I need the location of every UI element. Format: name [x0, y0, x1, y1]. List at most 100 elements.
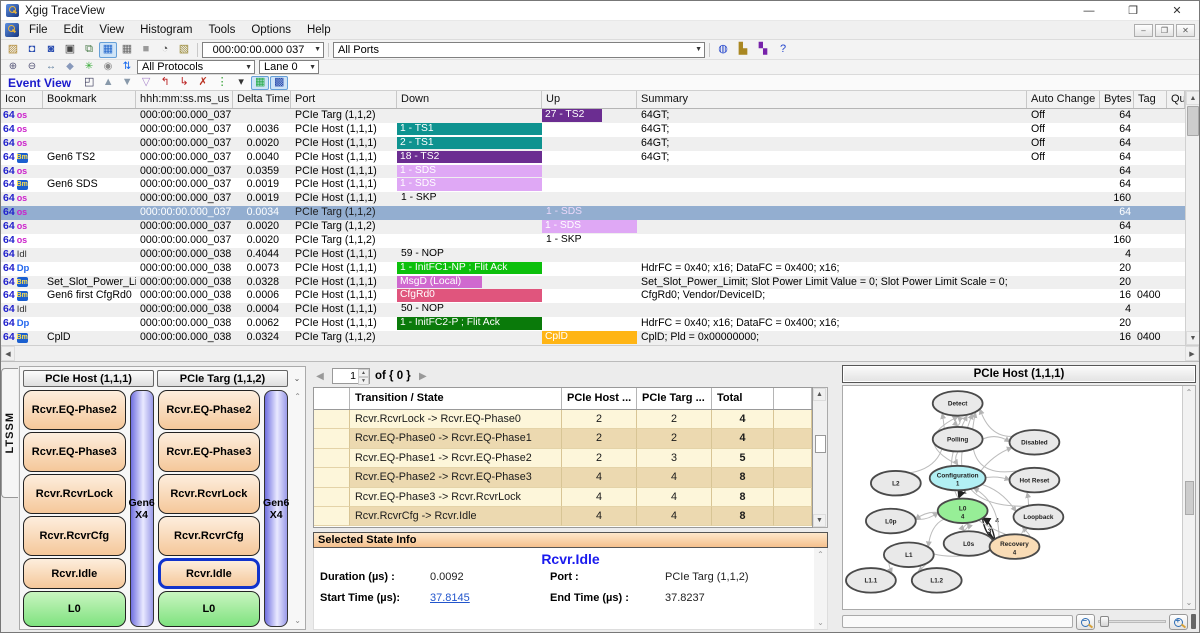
table-row[interactable]: 64os000:00:00.000_0370.0034PCIe Targ (1,… — [1, 206, 1185, 220]
scroll-thumb[interactable] — [1187, 106, 1199, 136]
filter-icon[interactable]: ▽ — [137, 76, 155, 90]
table-row[interactable]: 64BmGen6 TS2000:00:00.000_0370.0040PCIe … — [1, 151, 1185, 165]
table-row[interactable]: 64os000:00:00.000_037PCIe Targ (1,1,2)27… — [1, 109, 1185, 123]
scroll-up-icon[interactable]: ▲ — [1186, 91, 1200, 105]
capture-view-icon[interactable]: ▦ — [99, 42, 117, 58]
scroll-down-icon[interactable]: ▼ — [1186, 331, 1200, 345]
ltssm-node-l11[interactable]: L1.1 — [846, 568, 896, 593]
search-icon[interactable]: ◉ — [99, 61, 117, 74]
ltssm-state-rcvr-eq-phase2[interactable]: Rcvr.EQ-Phase2 — [158, 390, 261, 430]
menu-item-tools[interactable]: Tools — [200, 21, 243, 40]
scroll-up-icon[interactable]: ⌃ — [1186, 388, 1193, 397]
transition-spinner[interactable]: 1 ▲▼ — [332, 368, 370, 384]
mdi-close-button[interactable]: ✕ — [1176, 24, 1195, 37]
selected-state-scrollbar[interactable]: ⌃ ⌄ — [814, 548, 827, 629]
jump-back-icon[interactable]: ↰ — [156, 76, 174, 90]
table-row[interactable]: 64Dp000:00:00.000_0380.0062PCIe Host (1,… — [1, 317, 1185, 331]
nav-prev-icon[interactable]: ◀ — [313, 371, 327, 382]
ltssm-node-l0[interactable]: L04 — [938, 499, 988, 524]
column-header-qu[interactable]: Qu — [1167, 91, 1185, 108]
slider-thumb[interactable] — [1100, 616, 1109, 627]
menu-item-edit[interactable]: Edit — [56, 21, 92, 40]
sync-icon[interactable]: ⇅ — [118, 61, 136, 74]
lane-combo[interactable]: Lane 0 ▼ — [259, 60, 319, 74]
mdi-restore-button[interactable]: ❐ — [1155, 24, 1174, 37]
ltssm-state-rcvr-idle[interactable]: Rcvr.Idle — [23, 558, 126, 589]
nav-next-icon[interactable]: ▶ — [416, 371, 430, 382]
next-event-icon[interactable]: ▼ — [118, 76, 136, 90]
ltssm-state-rcvr-eq-phase3[interactable]: Rcvr.EQ-Phase3 — [158, 432, 261, 472]
table-row[interactable]: 64BmSet_Slot_Power_Limit000:00:00.000_03… — [1, 276, 1185, 290]
table-row[interactable]: 64os000:00:00.000_0370.0020PCIe Targ (1,… — [1, 234, 1185, 248]
column-header-delta-time[interactable]: Delta Time — [233, 91, 291, 108]
scroll-down-icon[interactable]: ⌄ — [817, 618, 824, 627]
ltssm-node-l0p[interactable]: L0p — [866, 509, 916, 534]
panel-grip[interactable] — [1191, 614, 1196, 629]
table-row[interactable]: 64os000:00:00.000_0370.0036PCIe Host (1,… — [1, 123, 1185, 137]
table-row[interactable]: 64os000:00:00.000_0370.0020PCIe Host (1,… — [1, 137, 1185, 151]
open-trace-icon[interactable]: ◘ — [23, 42, 41, 58]
menu-item-view[interactable]: View — [91, 21, 132, 40]
scroll-down-icon[interactable]: ⌄ — [1186, 598, 1193, 607]
start-time-link[interactable]: 37.8145 — [430, 592, 550, 604]
zoom-slider[interactable] — [1098, 615, 1166, 628]
menu-item-histogram[interactable]: Histogram — [132, 21, 200, 40]
scroll-up-icon[interactable]: ⌃ — [294, 392, 301, 401]
scroll-up-icon[interactable]: ⌃ — [817, 550, 824, 559]
info-icon[interactable]: ◍ — [714, 42, 732, 58]
ltssm-node-polling[interactable]: Polling — [933, 427, 983, 452]
menu-item-file[interactable]: File — [21, 21, 56, 40]
column-header-icon[interactable]: Icon — [1, 91, 43, 108]
transition-row[interactable]: Rcvr.EQ-Phase1 -> Rcvr.EQ-Phase2235 — [314, 449, 812, 468]
column-header-summary[interactable]: Summary — [637, 91, 1027, 108]
ltssm-state-rcvr-eq-phase2[interactable]: Rcvr.EQ-Phase2 — [23, 390, 126, 430]
table-row[interactable]: 64os000:00:00.000_0370.0020PCIe Targ (1,… — [1, 220, 1185, 234]
marker-icon[interactable]: ✳ — [80, 61, 98, 74]
mdi-minimize-button[interactable]: – — [1134, 24, 1153, 37]
spin-down-icon[interactable]: ▼ — [358, 377, 369, 385]
transition-row[interactable]: Rcvr.EQ-Phase2 -> Rcvr.EQ-Phase3448 — [314, 468, 812, 487]
transition-row[interactable]: Rcvr.EQ-Phase3 -> Rcvr.RcvrLock448 — [314, 488, 812, 507]
transition-row[interactable]: Rcvr.RcvrLock -> Rcvr.EQ-Phase0224 — [314, 410, 812, 429]
ltssm-header-targ[interactable]: PCIe Targ (1,1,2) — [157, 370, 288, 387]
ltssm-state-rcvr-eq-phase3[interactable]: Rcvr.EQ-Phase3 — [23, 432, 126, 472]
view-decode-icon[interactable]: ▦ — [251, 76, 269, 90]
traffic-dropdown-icon[interactable]: ▾ — [232, 76, 250, 90]
jump-fwd-icon[interactable]: ↳ — [175, 76, 193, 90]
table-row[interactable]: 64BmGen6 SDS000:00:00.000_0370.0019PCIe … — [1, 178, 1185, 192]
ltssm-node-l1[interactable]: L1 — [884, 543, 934, 568]
table-row[interactable]: 64Idl000:00:00.000_0380.0004PCIe Host (1… — [1, 303, 1185, 317]
scroll-up-icon[interactable]: ▲ — [813, 388, 826, 401]
view-compact-icon[interactable]: ▩ — [270, 76, 288, 90]
scroll-track[interactable] — [15, 346, 1185, 361]
column-header-bookmark[interactable]: Bookmark — [43, 91, 136, 108]
decode-icon[interactable]: ▚ — [754, 42, 772, 58]
stop-icon[interactable]: ■ — [137, 42, 155, 58]
event-table-hscrollbar[interactable]: ◀ ▶ — [1, 345, 1199, 362]
scroll-thumb[interactable] — [815, 435, 826, 453]
event-table-vscrollbar[interactable]: ▲ ▼ — [1185, 91, 1199, 345]
column-header-up[interactable]: Up — [542, 91, 637, 108]
scroll-left-icon[interactable]: ◀ — [1, 346, 15, 361]
column-header-down[interactable]: Down — [397, 91, 542, 108]
table-row[interactable]: 64Idl000:00:00.000_0380.4044PCIe Host (1… — [1, 248, 1185, 262]
save-all-icon[interactable]: ⧉ — [80, 42, 98, 58]
open-recent-icon[interactable]: ◙ — [42, 42, 60, 58]
scroll-thumb[interactable] — [1185, 481, 1194, 515]
ltssm-node-config[interactable]: Configuration1 — [930, 466, 986, 491]
menu-item-options[interactable]: Options — [243, 21, 299, 40]
zoom-in-icon[interactable]: ⊕ — [4, 61, 22, 74]
zoom-out-icon[interactable]: ⊖ — [23, 61, 41, 74]
save-icon[interactable]: ▣ — [61, 42, 79, 58]
open-icon[interactable]: ▨ — [4, 42, 22, 58]
ltssm-tab[interactable]: LTSSM — [1, 368, 18, 498]
ltssm-state-l0[interactable]: L0 — [23, 591, 126, 627]
ltssm-node-loopback[interactable]: Loopback — [1013, 505, 1063, 530]
prev-event-icon[interactable]: ▲ — [99, 76, 117, 90]
ltssm-state-rcvr-rcvrlock[interactable]: Rcvr.RcvrLock — [23, 474, 126, 514]
zoom-out-icon[interactable]: – — [1076, 614, 1095, 630]
grid-view-icon[interactable]: ▦ — [118, 42, 136, 58]
column-header-hhh-mm-ss-ms-us[interactable]: hhh:mm:ss.ms_us — [136, 91, 233, 108]
scroll-down-icon[interactable]: ⌄ — [294, 616, 301, 625]
scroll-right-icon[interactable]: ▶ — [1185, 346, 1199, 361]
